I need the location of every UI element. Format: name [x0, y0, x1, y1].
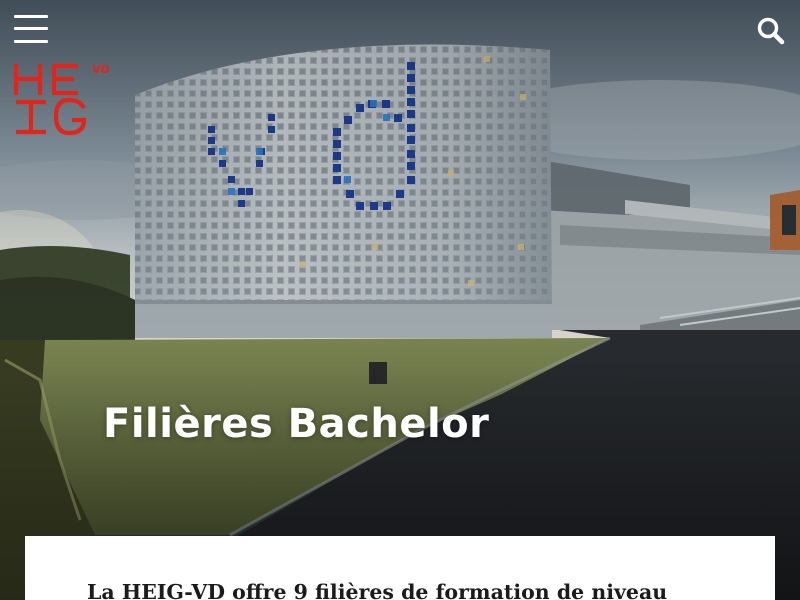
search-icon[interactable]	[756, 16, 786, 46]
menu-bar-top	[14, 15, 48, 18]
hamburger-menu-icon[interactable]	[14, 15, 50, 45]
menu-bar-middle	[14, 27, 48, 30]
intro-paragraph: La HEIG-VD offre 9 filières de formation…	[87, 580, 668, 600]
content-card: La HEIG-VD offre 9 filières de formation…	[25, 536, 775, 600]
heig-vd-logo-mark: VD	[13, 63, 110, 136]
heig-vd-logo[interactable]: VD	[12, 60, 122, 140]
page: VD Filières Bachelor La HEIG-VD offre 9 …	[0, 0, 800, 600]
page-title: Filières Bachelor	[103, 401, 490, 447]
svg-text:VD: VD	[92, 63, 110, 76]
menu-bar-bottom	[14, 40, 48, 43]
